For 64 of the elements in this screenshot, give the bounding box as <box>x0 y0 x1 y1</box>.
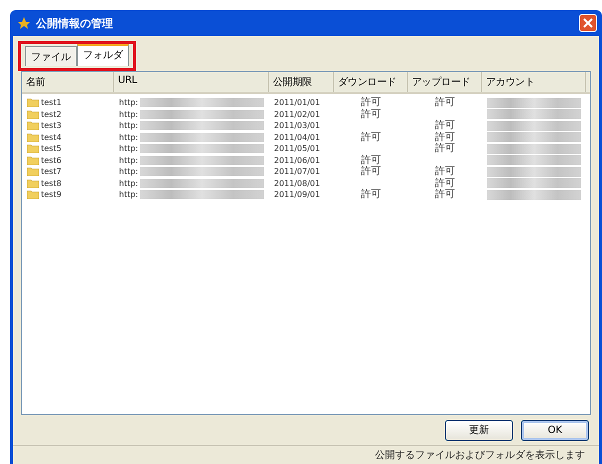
permission-text: 許可 <box>361 189 381 200</box>
status-text: 公開するファイルおよびフォルダを表示します <box>375 448 585 462</box>
close-button[interactable] <box>579 14 597 32</box>
permission-text: 許可 <box>435 120 455 132</box>
date-text: 2011/07/01 <box>274 167 320 176</box>
url-text: http: <box>119 167 138 176</box>
date-text: 2011/01/01 <box>274 98 320 108</box>
permission-text: 許可 <box>435 189 455 200</box>
folder-icon <box>27 110 39 119</box>
permission-text: 許可 <box>361 154 381 166</box>
refresh-button[interactable]: 更新 <box>445 420 513 440</box>
url-text: http: <box>119 190 138 200</box>
date-text: 2011/08/01 <box>274 178 320 188</box>
folder-name: test7 <box>41 167 62 176</box>
permission-text: 許可 <box>435 178 455 189</box>
url-text: http: <box>119 132 138 142</box>
folder-name: test3 <box>41 121 62 130</box>
folder-icon <box>27 121 39 130</box>
folder-icon <box>27 156 39 165</box>
permission-text: 許可 <box>361 97 381 108</box>
folder-name: test5 <box>41 144 62 154</box>
permission-text: 許可 <box>361 108 381 120</box>
tab[interactable]: ファイル <box>25 46 77 66</box>
date-text: 2011/09/01 <box>274 190 320 200</box>
permission-text: 許可 <box>435 166 455 178</box>
ok-button[interactable]: OK <box>521 420 589 440</box>
permission-text: 許可 <box>435 143 455 154</box>
url-text: http: <box>119 121 138 130</box>
folder-icon <box>27 132 39 142</box>
close-icon <box>583 18 593 28</box>
url-text: http: <box>119 110 138 119</box>
url-text: http: <box>119 98 138 108</box>
date-text: 2011/04/01 <box>274 132 320 142</box>
column-header[interactable]: 名前 <box>22 72 114 92</box>
folder-name: test4 <box>41 132 62 142</box>
url-text: http: <box>119 178 138 188</box>
permission-text: 許可 <box>435 132 455 143</box>
folder-name: test8 <box>41 178 62 188</box>
folder-icon <box>27 98 39 108</box>
app-icon <box>17 16 31 30</box>
folder-name: test9 <box>41 190 62 200</box>
folder-name: test1 <box>41 98 62 108</box>
permission-text: 許可 <box>435 97 455 108</box>
permission-text: 許可 <box>361 132 381 143</box>
url-text: http: <box>119 156 138 165</box>
tab[interactable]: フォルダ <box>77 44 129 66</box>
column-header[interactable]: アカウント <box>482 72 586 92</box>
date-text: 2011/02/01 <box>274 110 320 119</box>
date-text: 2011/05/01 <box>274 144 320 154</box>
column-header[interactable]: 公開期限 <box>269 72 334 92</box>
folder-icon <box>27 190 39 200</box>
column-header[interactable]: ダウンロード <box>334 72 408 92</box>
folder-icon <box>27 144 39 154</box>
date-text: 2011/03/01 <box>274 121 320 130</box>
permission-text: 許可 <box>361 166 381 178</box>
folder-icon <box>27 178 39 188</box>
folder-name: test6 <box>41 156 62 165</box>
folder-icon <box>27 167 39 176</box>
column-header[interactable]: アップロード <box>408 72 482 92</box>
folder-name: test2 <box>41 110 62 119</box>
column-header[interactable]: URL <box>114 72 269 92</box>
url-text: http: <box>119 144 138 154</box>
date-text: 2011/06/01 <box>274 156 320 165</box>
window-title: 公開情報の管理 <box>36 16 114 30</box>
